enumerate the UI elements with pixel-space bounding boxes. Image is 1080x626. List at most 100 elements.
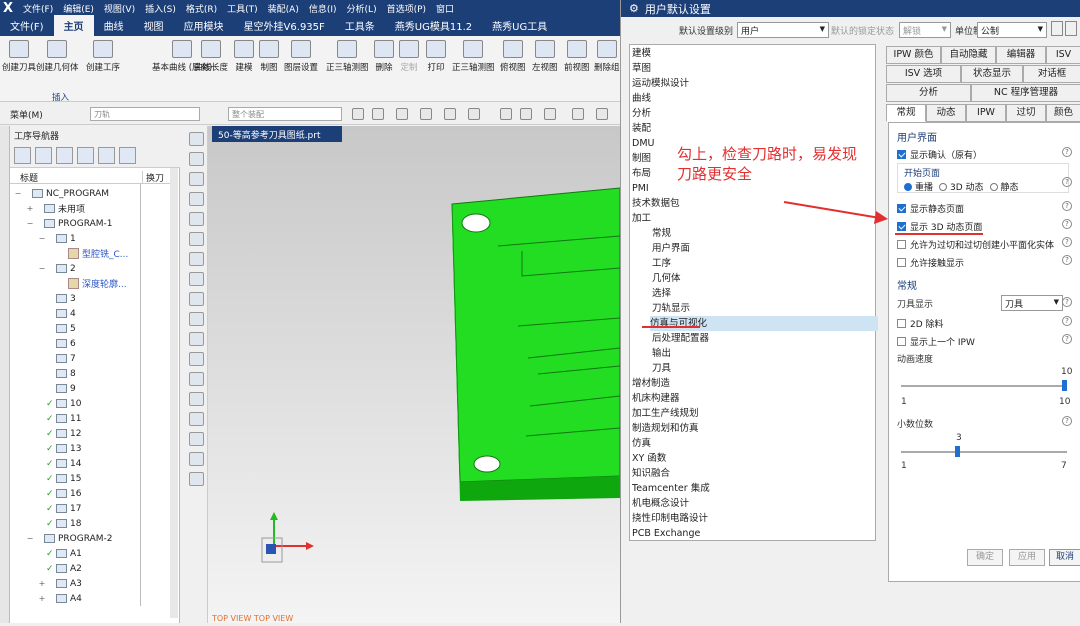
tab-toolbar[interactable]: 工具条 <box>335 15 385 36</box>
edit-icon[interactable] <box>189 212 204 226</box>
help-icon[interactable]: ? <box>1062 297 1072 307</box>
pen-icon[interactable] <box>189 312 204 326</box>
shade-icon[interactable] <box>520 108 532 120</box>
menu-file[interactable]: 文件(F) <box>23 2 53 15</box>
radio-3d-dynamic[interactable]: 3D 动态 <box>939 180 984 193</box>
slider-thumb[interactable] <box>954 446 960 457</box>
menu-format[interactable]: 格式(R) <box>186 2 217 15</box>
tab-yanxiu-mold[interactable]: 燕秀UG模具11.2 <box>385 15 482 36</box>
left-view-button[interactable]: 左视图 <box>532 40 558 73</box>
menu-tools[interactable]: 工具(T) <box>227 2 258 15</box>
menu-assembly[interactable]: 装配(A) <box>268 2 299 15</box>
tab-ipw-color[interactable]: IPW 颜色 <box>886 46 941 64</box>
help-icon[interactable]: ? <box>1062 177 1072 187</box>
tree-row[interactable]: ✓ A1 <box>10 546 82 561</box>
ok-button[interactable]: 确定 <box>967 549 1003 566</box>
show-static-checkbox[interactable]: 显示静态页面 <box>897 202 964 215</box>
point-icon[interactable] <box>396 108 408 120</box>
menu-edit[interactable]: 编辑(E) <box>63 2 94 15</box>
help-icon[interactable]: ? <box>1062 416 1072 426</box>
menu-info[interactable]: 信息(I) <box>309 2 337 15</box>
move-icon[interactable] <box>189 352 204 366</box>
tree-row[interactable]: ✓ 10 <box>10 396 81 411</box>
unit-select[interactable]: 公制 ▼ <box>977 22 1047 38</box>
category-item[interactable]: 输出 <box>652 346 671 361</box>
menu-insert[interactable]: 插入(S) <box>145 2 176 15</box>
category-item[interactable]: 曲线 <box>632 91 651 106</box>
trimetric-button[interactable]: 正三轴测图 <box>326 40 369 73</box>
create-geometry-button[interactable]: 创建几何体 <box>36 40 79 73</box>
cube-icon[interactable] <box>444 108 456 120</box>
tool-icon[interactable] <box>189 172 204 186</box>
curve-length-button[interactable]: 曲线长度 <box>194 40 228 73</box>
print-button[interactable]: 打印 <box>426 40 446 73</box>
category-item[interactable]: 仿真与可视化 <box>650 316 878 331</box>
create-tool-button[interactable]: 创建刀具 <box>2 40 36 73</box>
category-item[interactable]: 知识融合 <box>632 466 670 481</box>
decimals-slider[interactable] <box>901 446 1067 457</box>
category-item[interactable]: 挠性印制电路设计 <box>632 511 708 526</box>
tree-row[interactable]: ✓ 13 <box>10 441 81 456</box>
analysis-icon[interactable] <box>189 332 204 346</box>
expand-icon[interactable]: − <box>38 234 46 243</box>
help-icon[interactable]: ? <box>1062 219 1072 229</box>
fit-icon[interactable] <box>572 108 584 120</box>
menu-button[interactable]: 菜单(M) <box>10 108 43 121</box>
allow-gouge-checkbox[interactable]: 允许为过切和过切创建小平面化实体 <box>897 238 1054 251</box>
tab-view[interactable]: 视图 <box>134 15 174 36</box>
cancel-button[interactable]: 取消 <box>1049 549 1080 566</box>
expand-icon[interactable]: − <box>14 189 22 198</box>
tab-home[interactable]: 主页 <box>53 15 94 36</box>
tab-xingkong[interactable]: 星空外挂V6.935F <box>234 15 335 36</box>
radio-replay[interactable]: 重播 <box>904 180 933 193</box>
box-icon[interactable] <box>189 452 204 466</box>
drafting-button[interactable]: 制图 <box>259 40 279 73</box>
level-select[interactable]: 用户 ▼ <box>737 22 829 38</box>
export-icon[interactable] <box>1065 21 1077 36</box>
tree-row[interactable]: 7 <box>10 351 76 366</box>
filter-icon[interactable] <box>468 108 480 120</box>
help-icon[interactable]: ? <box>1062 237 1072 247</box>
tree-row[interactable]: 5 <box>10 321 76 336</box>
tab-gouge[interactable]: 过切 <box>1006 104 1046 122</box>
hide-eye-icon[interactable] <box>189 412 204 426</box>
category-item[interactable]: 工序 <box>652 256 671 271</box>
tab-status-display[interactable]: 状态显示 <box>961 65 1023 83</box>
render-icon[interactable] <box>500 108 512 120</box>
slider-thumb[interactable] <box>1062 380 1067 391</box>
file-tab[interactable]: 50-等高参考刀具图纸.prt <box>212 126 342 142</box>
column-title[interactable]: 标题 <box>20 171 38 184</box>
program-order-icon[interactable] <box>14 147 31 164</box>
tree-row[interactable]: ✓ 15 <box>10 471 81 486</box>
tab-curve[interactable]: 曲线 <box>94 15 134 36</box>
category-item[interactable]: 机床构建器 <box>632 391 680 406</box>
radio-static[interactable]: 静态 <box>989 180 1019 193</box>
machine-tool-icon[interactable] <box>35 147 52 164</box>
tab-isv[interactable]: ISV <box>1046 46 1080 64</box>
tab-isv-options[interactable]: ISV 选项 <box>886 65 961 83</box>
delete-button[interactable]: 删除 <box>374 40 394 73</box>
menu-preferences[interactable]: 首选项(P) <box>387 2 426 15</box>
prev-ipw-checkbox[interactable]: 显示上一个 IPW <box>897 335 975 348</box>
category-item[interactable]: 技术数据包 <box>632 196 680 211</box>
add-column-icon[interactable] <box>98 147 115 164</box>
copy-icon[interactable] <box>189 232 204 246</box>
list-icon[interactable] <box>189 272 204 286</box>
tab-applications[interactable]: 应用模块 <box>174 15 234 36</box>
category-item[interactable]: 装配 <box>632 121 651 136</box>
tab-dialog[interactable]: 对话框 <box>1023 65 1080 83</box>
locked-select[interactable]: 解锁 ▼ <box>899 22 951 38</box>
modeling-button[interactable]: 建模 <box>234 40 254 73</box>
trimetric-view-button[interactable]: 正三轴测图 <box>452 40 495 73</box>
tab-general[interactable]: 常规 <box>886 104 926 122</box>
category-item[interactable]: DMU <box>632 136 654 151</box>
tree-row[interactable]: ✓ 11 <box>10 411 81 426</box>
sphere-icon[interactable] <box>189 252 204 266</box>
hide-icon[interactable] <box>420 108 432 120</box>
menu-analysis[interactable]: 分析(L) <box>347 2 377 15</box>
ruler-icon[interactable] <box>189 292 204 306</box>
new-icon[interactable] <box>189 132 204 146</box>
category-item[interactable]: 建模 <box>632 46 651 61</box>
tree-row[interactable]: + A3 <box>10 576 82 591</box>
package-icon[interactable] <box>189 472 204 486</box>
